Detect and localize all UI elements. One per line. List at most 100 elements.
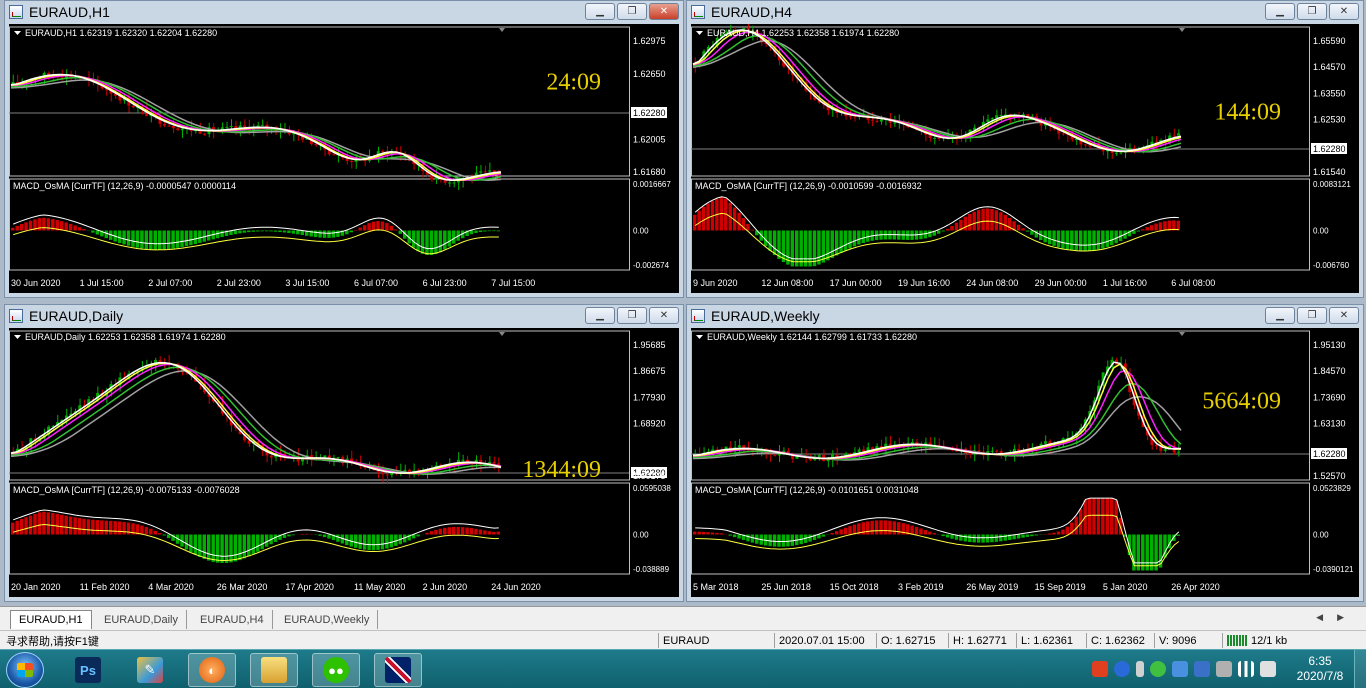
- osma-histogram-bar: [857, 230, 861, 245]
- osma-histogram-bar: [492, 531, 496, 535]
- osma-histogram-bar: [389, 225, 394, 231]
- security-shield-icon[interactable]: [1194, 661, 1210, 677]
- osma-histogram-bar: [821, 534, 826, 537]
- maximize-button[interactable]: ❐: [617, 307, 647, 324]
- candle-body: [848, 115, 852, 117]
- minimize-button[interactable]: ▁: [585, 307, 615, 324]
- close-button[interactable]: ✕: [1329, 307, 1359, 324]
- osma-histogram-bar: [830, 532, 834, 535]
- osma-histogram-bar: [1101, 498, 1105, 535]
- chevron-left-icon[interactable]: ◀: [1316, 612, 1337, 622]
- osma-histogram-bar: [866, 521, 870, 535]
- candle-body: [875, 120, 879, 122]
- taskbar-metatrader[interactable]: [374, 653, 422, 687]
- taskbar-explorer[interactable]: [250, 653, 298, 687]
- chart-canvas[interactable]: EURAUD,H4 1.62253 1.62358 1.61974 1.6228…: [691, 24, 1359, 293]
- window-titlebar[interactable]: EURAUD,Daily ▁ ❐ ✕: [5, 305, 683, 327]
- tab-euraud-daily[interactable]: EURAUD,Daily: [96, 610, 187, 629]
- indicator-axis-label: 0.00: [633, 227, 649, 236]
- tray-expand-icon[interactable]: [1136, 661, 1144, 677]
- time-axis-label: 20 Jan 2020: [11, 582, 61, 592]
- close-button[interactable]: ✕: [649, 307, 679, 324]
- chart-window-daily[interactable]: EURAUD,Daily ▁ ❐ ✕ EURAUD,Daily 1.62253 …: [4, 304, 684, 602]
- chart-menu-triangle-icon: [14, 31, 21, 35]
- osma-histogram-bar: [1070, 230, 1074, 251]
- status-close: C: 1.62362: [1086, 633, 1154, 648]
- help-icon[interactable]: [1114, 661, 1130, 677]
- tab-scroll-arrows[interactable]: ◀▶: [1316, 612, 1358, 623]
- chart-window-h4[interactable]: EURAUD,H4 ▁ ❐ ✕ EURAUD,H4 1.62253 1.6235…: [686, 0, 1364, 298]
- chart-window-h1[interactable]: EURAUD,H1 ▁ ❐ ✕ EURAUD,H1 1.62319 1.6232…: [4, 0, 684, 298]
- minimize-icon: ▁: [596, 309, 604, 321]
- window-titlebar[interactable]: EURAUD,Weekly ▁ ❐ ✕: [687, 305, 1363, 327]
- network-app-icon[interactable]: [1172, 661, 1188, 677]
- chart-canvas[interactable]: EURAUD,Daily 1.62253 1.62358 1.61974 1.6…: [9, 328, 679, 597]
- osma-histogram-bar: [37, 512, 42, 535]
- candle-body: [862, 449, 866, 452]
- current-price-label: 1.62280: [1313, 449, 1346, 459]
- candle-body: [381, 471, 385, 475]
- show-desktop-button[interactable]: [1354, 650, 1366, 688]
- maximize-button[interactable]: ❐: [1297, 3, 1327, 20]
- minimize-button[interactable]: ▁: [1265, 3, 1295, 20]
- window-titlebar[interactable]: EURAUD,H1 ▁ ❐ ✕: [5, 1, 683, 23]
- osma-histogram-bar: [1087, 230, 1092, 251]
- osma-histogram-bar: [937, 230, 941, 234]
- taskbar-app-orange[interactable]: ◐: [188, 653, 236, 687]
- chevron-right-icon[interactable]: ▶: [1337, 612, 1358, 622]
- candle-body: [171, 125, 175, 129]
- osma-histogram-bar: [327, 230, 331, 238]
- osma-histogram-bar: [91, 230, 95, 233]
- tab-euraud-h4[interactable]: EURAUD,H4: [192, 610, 273, 629]
- candle-body: [933, 137, 936, 139]
- osma-histogram-bar: [897, 522, 901, 535]
- taskbar-paint[interactable]: ✎: [126, 653, 174, 687]
- osma-histogram-bar: [336, 230, 340, 237]
- sogou-input-icon[interactable]: [1092, 661, 1108, 677]
- osma-histogram-bar: [77, 227, 82, 231]
- symbol-info-text: EURAUD,H4 1.62253 1.62358 1.61974 1.6228…: [707, 28, 899, 38]
- indicator-label: MACD_OsMA [CurrTF] (12,26,9) -0.0000547 …: [13, 181, 236, 191]
- usb-icon[interactable]: [1216, 661, 1232, 677]
- osma-histogram-bar: [990, 208, 994, 231]
- osma-histogram-bar: [122, 230, 126, 245]
- osma-histogram-bar: [82, 228, 86, 231]
- chart-window-weekly[interactable]: EURAUD,Weekly ▁ ❐ ✕ EURAUD,Weekly 1.6214…: [686, 304, 1364, 602]
- wechat-tray-icon[interactable]: [1150, 661, 1166, 677]
- osma-histogram-bar: [380, 534, 385, 550]
- osma-histogram-bar: [1056, 531, 1061, 535]
- candle-body: [229, 125, 233, 127]
- osma-histogram-bar: [242, 534, 247, 559]
- indicator-axis-label: -0.038889: [633, 565, 670, 574]
- osma-histogram-bar: [282, 230, 287, 233]
- osma-histogram-bar: [144, 527, 149, 535]
- start-button[interactable]: [6, 652, 44, 688]
- window-titlebar[interactable]: EURAUD,H4 ▁ ❐ ✕: [687, 1, 1363, 23]
- chart-window-icon: [9, 309, 23, 323]
- close-button[interactable]: ✕: [1329, 3, 1359, 20]
- osma-histogram-bar: [264, 230, 269, 232]
- network-signal-icon[interactable]: [1238, 661, 1254, 677]
- chart-canvas[interactable]: EURAUD,H1 1.62319 1.62320 1.62204 1.6228…: [9, 24, 679, 293]
- osma-histogram-bar: [843, 527, 848, 535]
- candle-body: [180, 128, 184, 131]
- close-button[interactable]: ✕: [649, 3, 679, 20]
- taskbar-clock[interactable]: 6:35 2020/7/8: [1290, 654, 1350, 684]
- time-axis-label: 7 Jul 15:00: [491, 278, 535, 288]
- minimize-button[interactable]: ▁: [585, 3, 615, 20]
- candle-body: [203, 133, 206, 135]
- close-icon: ✕: [659, 5, 669, 17]
- osma-histogram-bar: [994, 534, 999, 542]
- tab-euraud-h1[interactable]: EURAUD,H1: [10, 610, 92, 629]
- tab-euraud-weekly[interactable]: EURAUD,Weekly: [276, 610, 379, 629]
- bar-countdown-text: 5664:09: [1202, 388, 1281, 414]
- chart-canvas[interactable]: EURAUD,Weekly 1.62144 1.62799 1.61733 1.…: [691, 328, 1359, 597]
- maximize-button[interactable]: ❐: [1297, 307, 1327, 324]
- taskbar-photoshop[interactable]: Ps: [64, 653, 112, 687]
- volume-muted-icon[interactable]: [1260, 661, 1276, 677]
- maximize-button[interactable]: ❐: [617, 3, 647, 20]
- minimize-button[interactable]: ▁: [1265, 307, 1295, 324]
- taskbar-wechat[interactable]: ●●: [312, 653, 360, 687]
- osma-histogram-bar: [1052, 230, 1056, 246]
- time-axis-label: 6 Jul 07:00: [354, 278, 398, 288]
